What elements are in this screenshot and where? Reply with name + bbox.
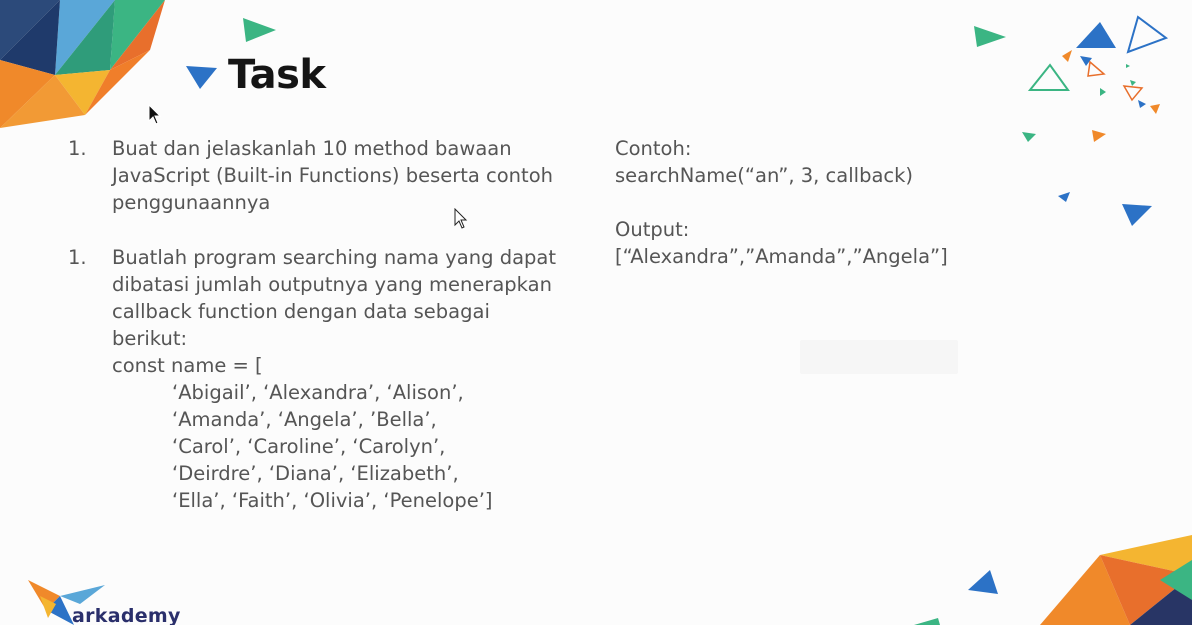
example-call: searchName(“an”, 3, callback) [615,164,914,187]
presentation-slide: arkademy Task 1. Buat dan jelaskanlah 10… [0,0,1192,625]
task-2-line: berikut: [112,327,188,350]
task-2-line: dibatasi jumlah outputnya yang menerapka… [112,273,552,296]
task-1-line: penggunaannya [112,191,271,214]
faded-region [800,340,958,374]
code-array-line: ‘Deirdre’, ‘Diana’, ‘Elizabeth’, [172,462,459,485]
task-2-line: callback function dengan data sebagai [112,300,490,323]
arkademy-bird-logo-icon [28,580,105,625]
pointer-cursor-icon [148,104,162,125]
task-1-number: 1. [68,137,87,160]
task-2-number: 1. [68,246,87,269]
output-label: Output: [615,218,690,241]
code-array-line: ‘Abigail’, ‘Alexandra’, ‘Alison’, [172,381,464,404]
code-array-line: ‘Amanda’, ‘Angela’, ’Bella’, [172,408,437,431]
slide-title: Task [228,52,326,98]
task-2-line: Buatlah program searching nama yang dapa… [112,246,556,269]
code-array-line: ‘Ella’, ‘Faith’, ‘Olivia’, ‘Penelope’] [172,489,493,512]
example-section: Contoh: searchName(“an”, 3, callback) Ou… [615,135,948,270]
code-declaration: const name = [ [112,354,263,377]
example-label: Contoh: [615,137,692,160]
output-value: [“Alexandra”,”Amanda”,”Angela”] [615,245,948,268]
task-1-line: Buat dan jelaskanlah 10 method bawaan [112,137,512,160]
task-1-text: Buat dan jelaskanlah 10 method bawaan Ja… [112,135,553,216]
task-2-text: Buatlah program searching nama yang dapa… [112,244,556,514]
task-1-line: JavaScript (Built-in Functions) beserta … [112,164,553,187]
brand-wordmark: arkademy [72,605,181,625]
code-array-line: ‘Carol’, ‘Caroline’, ‘Carolyn’, [172,435,446,458]
